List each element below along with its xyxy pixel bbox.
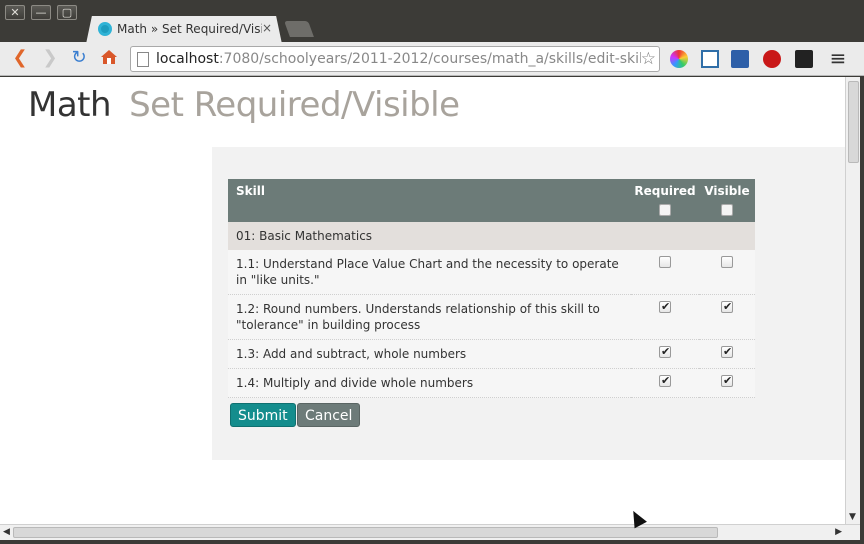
visible-cell [699, 368, 755, 398]
visible-cell [699, 294, 755, 340]
color-picker-extension-icon[interactable] [670, 50, 688, 68]
horizontal-scrollbar[interactable]: ◀ ▶ [0, 524, 860, 540]
table-row: 1.3: Add and subtract, whole numbers [228, 339, 755, 369]
tab-close-icon[interactable]: × [262, 21, 272, 35]
page-subtitle: Set Required/Visible [129, 85, 460, 125]
required-cell [631, 250, 699, 295]
horizontal-scroll-thumb[interactable] [13, 527, 718, 538]
skill-label: 1.3: Add and subtract, whole numbers [228, 339, 631, 369]
screenshot-extension-icon[interactable] [701, 50, 719, 68]
required-checkbox[interactable] [659, 373, 671, 389]
back-icon[interactable]: ❮ [10, 48, 30, 68]
submit-button[interactable]: Submit [230, 403, 296, 427]
required-cell [631, 294, 699, 340]
skill-label: 1.2: Round numbers. Understands relation… [228, 294, 631, 340]
vertical-scroll-thumb[interactable] [848, 81, 859, 163]
visible-checkbox[interactable] [721, 373, 733, 389]
skill-label: 1.4: Multiply and divide whole numbers [228, 368, 631, 398]
skills-table: Skill Required Visible 01: Basic Mathema… [228, 179, 755, 398]
new-tab-button[interactable] [284, 21, 314, 37]
select-all-required-checkbox[interactable] [659, 204, 671, 216]
required-checkbox[interactable] [659, 256, 671, 268]
page-viewport: Math Set Required/Visible Skill Required … [0, 77, 845, 524]
scroll-left-icon[interactable]: ◀ [3, 527, 10, 537]
address-bar[interactable]: localhost:7080/schoolyears/2011-2012/cou… [130, 46, 660, 72]
home-icon[interactable] [99, 47, 119, 67]
table-row: 1.1: Understand Place Value Chart and th… [228, 250, 755, 295]
content-panel: Skill Required Visible 01: Basic Mathema… [212, 147, 845, 460]
page-icon [137, 52, 149, 67]
visible-checkbox[interactable] [721, 299, 733, 315]
column-header-visible: Visible [699, 179, 755, 222]
tab-title: Math » Set Required/Visible [117, 22, 262, 36]
vertical-scrollbar[interactable]: ▼ [845, 77, 860, 524]
skill-group-label: 01: Basic Mathematics [228, 222, 755, 250]
select-all-visible-checkbox[interactable] [721, 204, 733, 216]
browser-toolbar: ❮ ❯ ↻ localhost:7080/schoolyears/2011-20… [0, 42, 864, 76]
adblock-extension-icon[interactable] [763, 50, 781, 68]
skill-label: 1.1: Understand Place Value Chart and th… [228, 250, 631, 295]
scroll-right-icon[interactable]: ▶ [835, 527, 842, 537]
visible-cell [699, 339, 755, 369]
favicon-icon [98, 22, 112, 36]
scroll-down-icon[interactable]: ▼ [849, 512, 856, 522]
table-row: 1.2: Round numbers. Understands relation… [228, 294, 755, 340]
puzzle-extension-icon[interactable] [731, 50, 749, 68]
table-header-row: Skill Required Visible [228, 179, 755, 222]
forward-icon[interactable]: ❯ [40, 48, 60, 68]
visible-cell [699, 250, 755, 295]
required-cell [631, 339, 699, 369]
url-text: localhost:7080/schoolyears/2011-2012/cou… [156, 51, 641, 67]
browser-window: ✕ — ▢ Math » Set Required/Visible × ❮ ❯ … [0, 0, 864, 544]
minimize-window-icon[interactable]: — [31, 5, 51, 20]
visible-checkbox[interactable] [721, 344, 733, 360]
close-window-icon[interactable]: ✕ [5, 5, 25, 20]
column-header-skill: Skill [228, 179, 631, 222]
visible-checkbox[interactable] [721, 256, 733, 268]
active-tab[interactable]: Math » Set Required/Visible × [86, 16, 282, 44]
skill-group-row: 01: Basic Mathematics [228, 222, 755, 250]
required-checkbox[interactable] [659, 344, 671, 360]
required-cell [631, 368, 699, 398]
table-row: 1.4: Multiply and divide whole numbers [228, 368, 755, 398]
course-title: Math [28, 85, 112, 125]
required-checkbox[interactable] [659, 299, 671, 315]
page-title: Math Set Required/Visible [28, 85, 460, 125]
bookmark-star-icon[interactable]: ☆ [641, 49, 656, 69]
cancel-button[interactable]: Cancel [297, 403, 361, 427]
reload-icon[interactable]: ↻ [69, 48, 89, 68]
maximize-window-icon[interactable]: ▢ [57, 5, 77, 20]
help-extension-icon[interactable] [795, 50, 813, 68]
menu-icon[interactable]: ≡ [828, 48, 848, 68]
column-header-required: Required [631, 179, 699, 222]
